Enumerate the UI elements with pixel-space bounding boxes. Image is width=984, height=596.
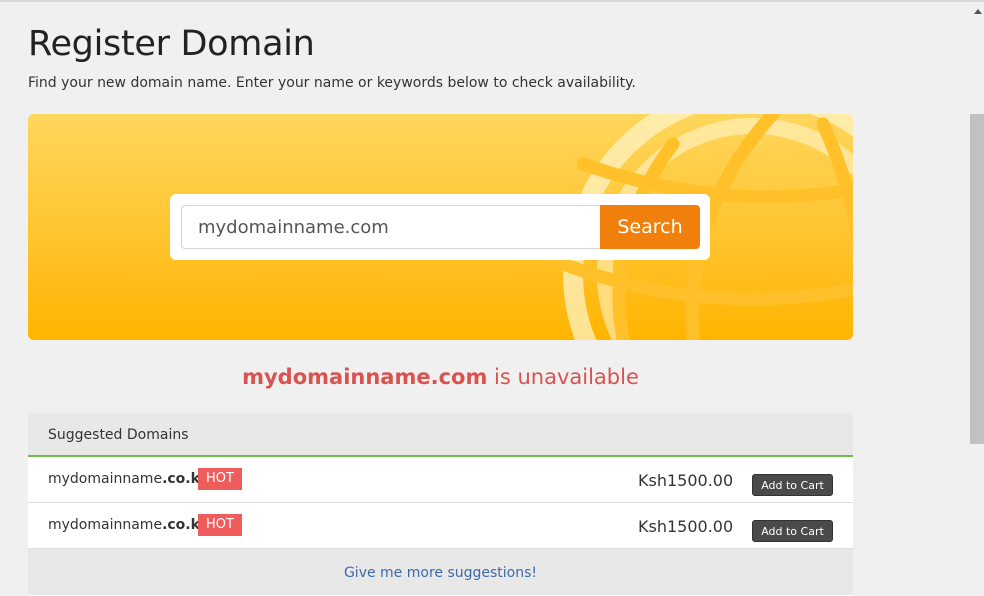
suggestion-price: Ksh1500.00: [638, 471, 734, 490]
domain-search-input[interactable]: [181, 205, 601, 249]
scrollbar[interactable]: [970, 114, 984, 444]
result-status: is unavailable: [494, 365, 639, 389]
page-title: Register Domain: [28, 24, 315, 64]
window-top-border: [0, 0, 984, 2]
hot-badge: HOT: [198, 468, 242, 490]
search-button[interactable]: Search: [600, 205, 700, 249]
suggestion-domain: mydomainname.co.ke: [48, 471, 210, 487]
suggestion-row: mydomainname.co.ke HOT Ksh1500.00 Add to…: [28, 457, 853, 503]
add-to-cart-button[interactable]: Add to Cart: [752, 520, 833, 542]
add-to-cart-button[interactable]: Add to Cart: [752, 474, 833, 496]
suggestion-price: Ksh1500.00: [638, 517, 734, 536]
suggested-domains-heading: Suggested Domains: [28, 413, 853, 457]
hot-badge: HOT: [198, 514, 242, 536]
availability-result: mydomainname.com is unavailable: [28, 365, 853, 389]
page-subtitle: Find your new domain name. Enter your na…: [28, 75, 636, 91]
result-domain: mydomainname.com: [242, 365, 488, 389]
more-suggestions-link[interactable]: Give me more suggestions!: [344, 565, 537, 581]
suggestion-domain: mydomainname.co.ke: [48, 517, 210, 533]
more-suggestions-footer: Give me more suggestions!: [28, 549, 853, 595]
suggested-domains-panel: Suggested Domains mydomainname.co.ke HOT…: [28, 413, 853, 596]
scroll-up-icon[interactable]: [974, 9, 982, 14]
suggestion-row: mydomainname.co.ke HOT Ksh1500.00 Add to…: [28, 503, 853, 549]
